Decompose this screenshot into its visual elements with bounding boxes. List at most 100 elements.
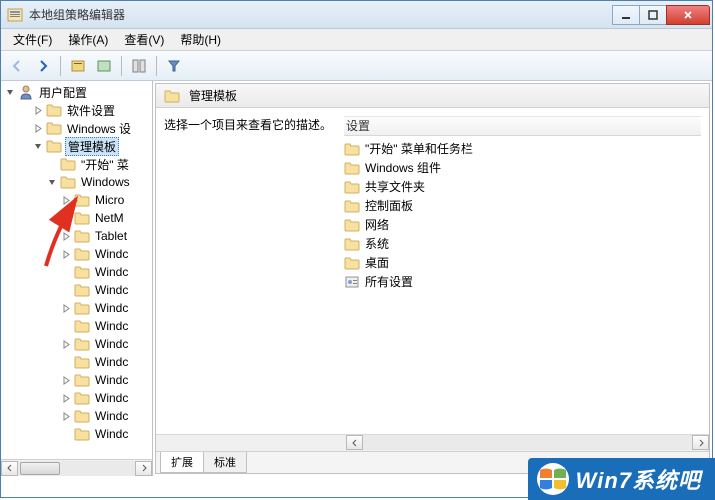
tree-item[interactable]: 软件设置	[1, 101, 152, 119]
tree-item[interactable]: Windc	[1, 245, 152, 263]
folder-icon	[74, 319, 90, 333]
folder-icon	[74, 229, 90, 243]
tab-standard[interactable]: 标准	[203, 452, 247, 473]
list-item[interactable]: 桌面	[344, 253, 701, 272]
expander-icon[interactable]	[5, 87, 16, 98]
expander-icon[interactable]	[61, 267, 72, 278]
folder-icon	[74, 409, 90, 423]
expander-icon[interactable]	[61, 231, 72, 242]
tree-hscroll[interactable]	[1, 459, 152, 476]
tree-label: Micro	[93, 193, 126, 207]
column-header-setting[interactable]: 设置	[344, 116, 701, 136]
folder-icon	[60, 175, 76, 189]
tree-item[interactable]: Windc	[1, 371, 152, 389]
tree-label: NetM	[93, 211, 126, 225]
expander-icon[interactable]	[61, 393, 72, 404]
tree-label: "开始" 菜	[79, 156, 131, 173]
tree-item[interactable]: Windc	[1, 353, 152, 371]
tree-item[interactable]: NetM	[1, 209, 152, 227]
expander-icon[interactable]	[61, 411, 72, 422]
expander-icon[interactable]	[61, 357, 72, 368]
tree-item[interactable]: Windc	[1, 407, 152, 425]
tree-label: Windc	[93, 373, 130, 387]
list-item-label: 共享文件夹	[365, 178, 425, 195]
folder-icon	[74, 301, 90, 315]
tree-item[interactable]: "开始" 菜	[1, 155, 152, 173]
list-item-label: 桌面	[365, 254, 389, 271]
list-item[interactable]: 控制面板	[344, 196, 701, 215]
tree-item[interactable]: 管理模板	[1, 137, 152, 155]
tree-item[interactable]: Windc	[1, 281, 152, 299]
tree-item[interactable]: Windows 设	[1, 119, 152, 137]
expander-icon[interactable]	[33, 105, 44, 116]
content-title: 管理模板	[189, 87, 237, 104]
tree-item[interactable]: Windc	[1, 335, 152, 353]
toolbar-action-2[interactable]	[92, 54, 116, 78]
scroll-left-button[interactable]	[1, 461, 18, 476]
folder-icon	[74, 247, 90, 261]
expander-icon[interactable]	[61, 339, 72, 350]
expander-icon[interactable]	[61, 375, 72, 386]
tree-item[interactable]: Windc	[1, 263, 152, 281]
content-hscroll[interactable]	[156, 434, 709, 451]
toolbar-action-3[interactable]	[127, 54, 151, 78]
tree-pane: 用户配置软件设置Windows 设管理模板"开始" 菜 Windows Micro N…	[1, 81, 153, 476]
menu-view[interactable]: 查看(V)	[116, 29, 172, 50]
expander-icon[interactable]	[61, 195, 72, 206]
titlebar[interactable]: 本地组策略编辑器	[1, 1, 712, 29]
tree-item[interactable]: Windows	[1, 173, 152, 191]
tree-item[interactable]: Windc	[1, 299, 152, 317]
toolbar-action-1[interactable]	[66, 54, 90, 78]
tab-extended[interactable]: 扩展	[160, 452, 204, 473]
expander-icon[interactable]	[47, 177, 58, 188]
expander-icon[interactable]	[61, 285, 72, 296]
maximize-button[interactable]	[639, 5, 667, 25]
expander-icon[interactable]	[33, 141, 44, 152]
tree-item[interactable]: Windc	[1, 317, 152, 335]
expander-icon[interactable]	[33, 123, 44, 134]
forward-button[interactable]	[31, 54, 55, 78]
scroll-thumb[interactable]	[20, 462, 60, 475]
menubar: 文件(F) 操作(A) 查看(V) 帮助(H)	[1, 29, 712, 51]
expander-icon[interactable]	[61, 321, 72, 332]
list-item[interactable]: "开始" 菜单和任务栏	[344, 139, 701, 158]
tree-item[interactable]: Windc	[1, 425, 152, 443]
list-item[interactable]: 系统	[344, 234, 701, 253]
expander-icon[interactable]	[61, 249, 72, 260]
filter-button[interactable]	[162, 54, 186, 78]
folder-icon	[344, 256, 360, 270]
expander-icon[interactable]	[61, 303, 72, 314]
expander-icon[interactable]	[47, 159, 58, 170]
list-item[interactable]: 所有设置	[344, 272, 701, 291]
scroll-right-button[interactable]	[135, 461, 152, 476]
folder-icon	[344, 199, 360, 213]
list-item[interactable]: 网络	[344, 215, 701, 234]
tree-item[interactable]: Micro	[1, 191, 152, 209]
menu-file[interactable]: 文件(F)	[5, 29, 60, 50]
tree-label: Windows	[79, 175, 132, 189]
folder-icon	[60, 157, 76, 171]
watermark-text: Win7系统吧	[576, 463, 701, 495]
menu-help[interactable]: 帮助(H)	[172, 29, 229, 50]
menu-action[interactable]: 操作(A)	[60, 29, 116, 50]
tree-root[interactable]: 用户配置	[1, 83, 152, 101]
folder-icon	[344, 237, 360, 251]
tree-item[interactable]: Tablet	[1, 227, 152, 245]
list-item[interactable]: 共享文件夹	[344, 177, 701, 196]
tree-label: Windc	[93, 409, 130, 423]
close-button[interactable]	[666, 5, 710, 25]
content-header: 管理模板	[156, 84, 709, 108]
minimize-button[interactable]	[612, 5, 640, 25]
content-description: 选择一个项目来查看它的描述。	[164, 116, 334, 133]
content-scroll-left[interactable]	[346, 435, 363, 450]
tree-label: 软件设置	[65, 102, 117, 119]
folder-icon	[344, 142, 360, 156]
app-icon	[7, 7, 23, 23]
content-scroll-right[interactable]	[692, 435, 709, 450]
tree-item[interactable]: Windc	[1, 389, 152, 407]
list-item-label: 控制面板	[365, 197, 413, 214]
list-item[interactable]: Windows 组件	[344, 158, 701, 177]
expander-icon[interactable]	[61, 429, 72, 440]
folder-icon	[74, 391, 90, 405]
expander-icon[interactable]	[61, 213, 72, 224]
